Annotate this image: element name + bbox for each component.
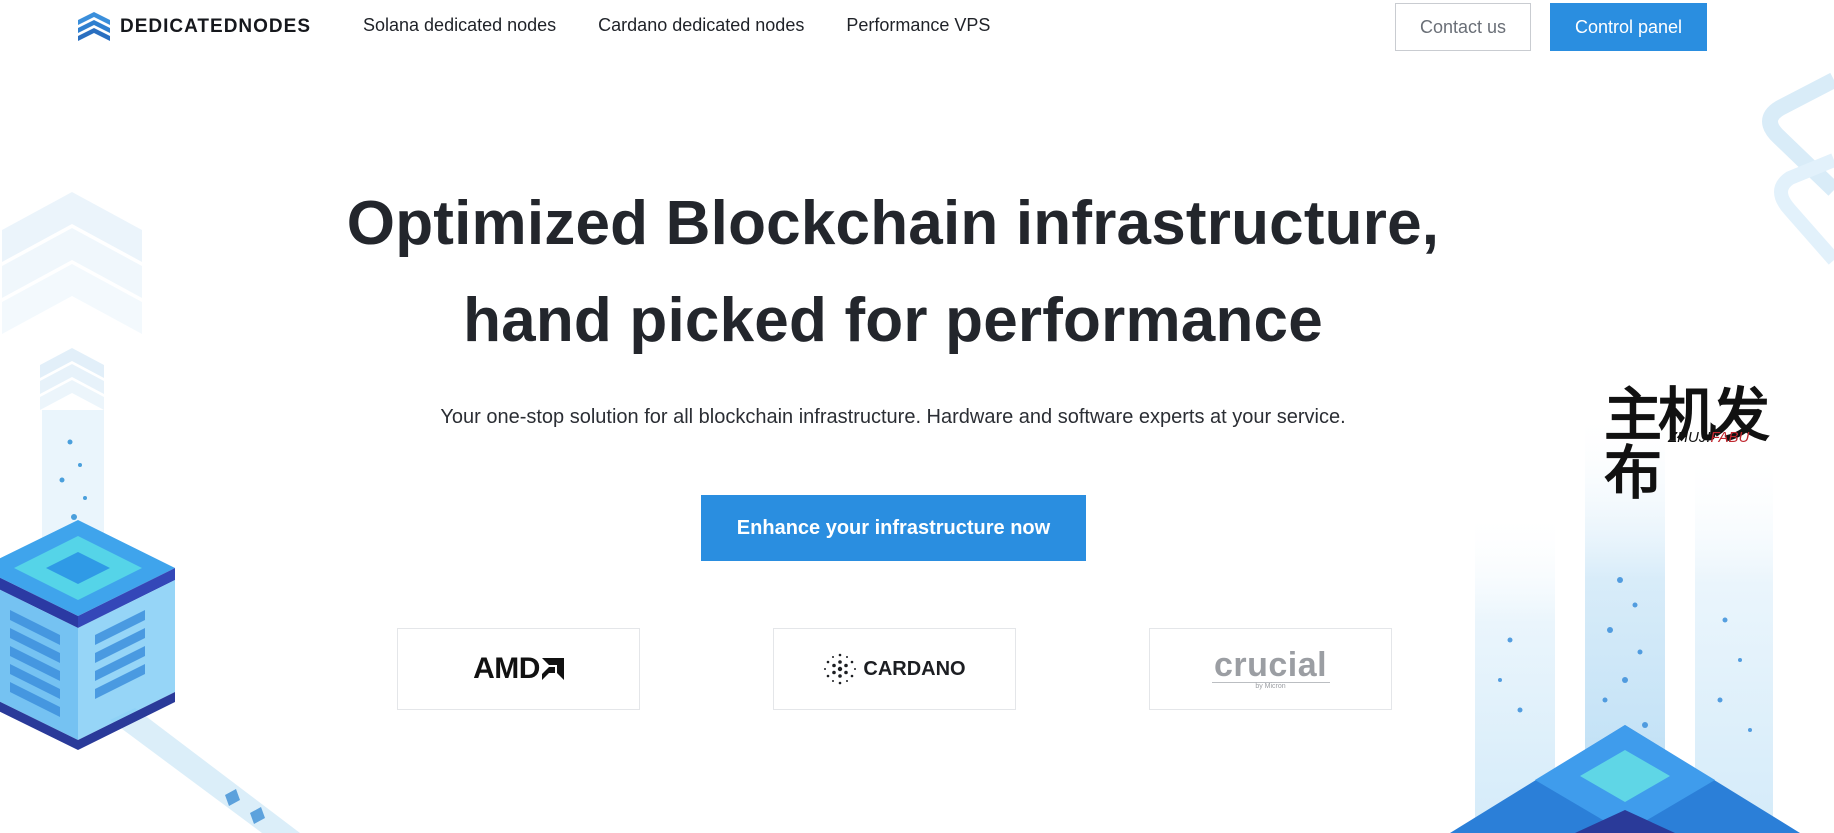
enhance-infrastructure-button[interactable]: Enhance your infrastructure now — [701, 495, 1086, 561]
stacked-chevrons-icon — [78, 12, 110, 41]
amd-logo-text: AMD — [473, 652, 540, 685]
left-decoration-illustration — [0, 192, 300, 833]
partner-cardano-logo: CARDANO — [773, 628, 1016, 710]
watermark-logo: 主机发布 ZHUJIFABU — [1604, 386, 1804, 502]
nav-performance-vps[interactable]: Performance VPS — [846, 15, 990, 36]
watermark-en-text: ZHUJIFABU — [1668, 430, 1749, 445]
crucial-logo-text: crucial — [1213, 646, 1328, 684]
amd-arrow-icon — [541, 658, 564, 680]
partner-crucial-logo: crucial by Micron — [1149, 628, 1392, 710]
watermark-en-a: ZHUJI — [1668, 429, 1711, 446]
main-nav: Solana dedicated nodes Cardano dedicated… — [363, 15, 990, 36]
control-panel-button[interactable]: Control panel — [1550, 3, 1707, 51]
cardano-dots-icon — [824, 653, 857, 685]
nav-cardano-dedicated-nodes[interactable]: Cardano dedicated nodes — [598, 15, 804, 36]
watermark-en-b: FABU — [1710, 429, 1750, 446]
page: DEDICATEDNODES Solana dedicated nodes Ca… — [0, 0, 1834, 833]
crucial-logo-subtext: by Micron — [1211, 682, 1330, 690]
site-header: DEDICATEDNODES Solana dedicated nodes Ca… — [0, 0, 1834, 56]
brand-name: DEDICATEDNODES — [120, 16, 311, 37]
hero-headline-line1: Optimized Blockchain infrastructure, — [346, 189, 1440, 258]
partner-amd-logo: AMD — [397, 628, 640, 710]
brand-logo[interactable]: DEDICATEDNODES — [78, 12, 311, 42]
hero-headline-line2: hand picked for performance — [463, 286, 1323, 355]
contact-us-button[interactable]: Contact us — [1395, 3, 1531, 51]
cardano-logo-text: CARDANO — [863, 657, 966, 680]
hero-subtitle: Your one-stop solution for all blockchai… — [440, 406, 1346, 428]
nav-solana-dedicated-nodes[interactable]: Solana dedicated nodes — [363, 15, 556, 36]
